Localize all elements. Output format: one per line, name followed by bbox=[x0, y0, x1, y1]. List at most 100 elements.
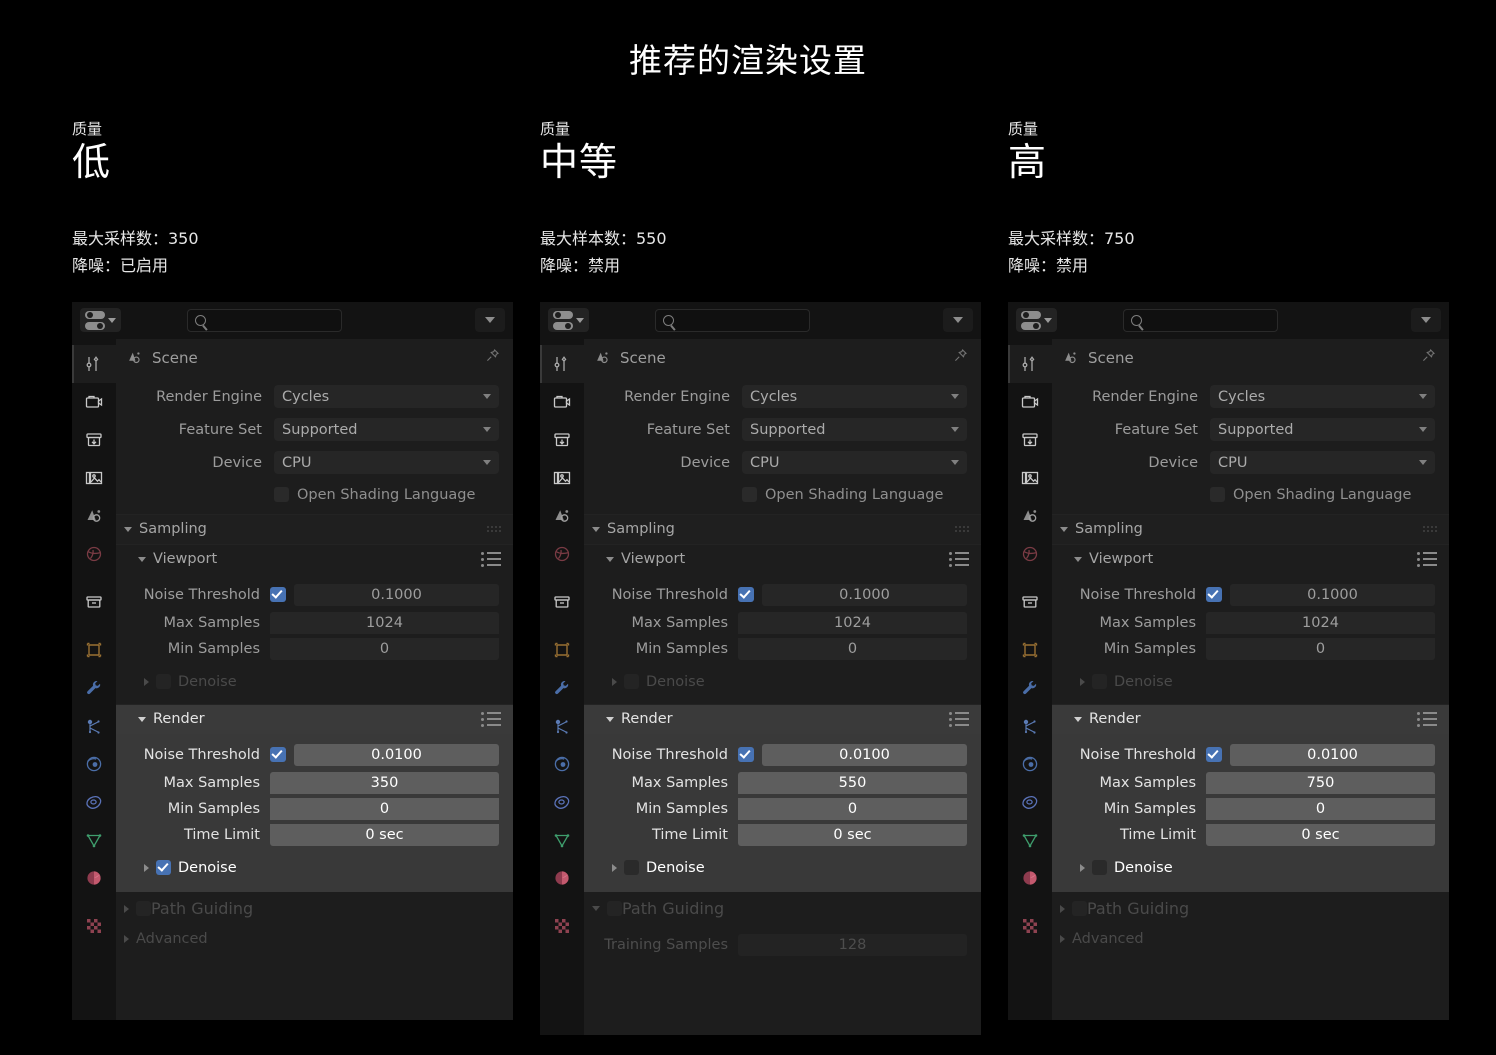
tab-particles[interactable] bbox=[72, 707, 116, 745]
device-dropdown[interactable]: CPU bbox=[1210, 451, 1435, 475]
drag-handle-icon[interactable] bbox=[1423, 526, 1437, 533]
viewport-header[interactable]: Viewport bbox=[584, 543, 981, 574]
preset-menu-icon[interactable] bbox=[949, 551, 969, 567]
noise-threshold-value[interactable]: 0.0100 bbox=[762, 743, 967, 766]
min-samples-value[interactable]: 0 bbox=[270, 797, 499, 820]
sampling-header[interactable]: Sampling bbox=[584, 513, 981, 544]
viewport-denoise-row[interactable]: Denoise bbox=[590, 668, 967, 696]
editor-type-button[interactable] bbox=[80, 308, 121, 333]
tab-output[interactable] bbox=[1008, 421, 1052, 459]
noise-threshold-value[interactable]: 0.1000 bbox=[1230, 583, 1435, 606]
tab-collection[interactable] bbox=[540, 583, 584, 621]
tab-texture[interactable] bbox=[540, 907, 584, 945]
tab-collection[interactable] bbox=[72, 583, 116, 621]
tab-collection[interactable] bbox=[1008, 583, 1052, 621]
tab-modifiers[interactable] bbox=[72, 669, 116, 707]
advanced-row[interactable]: Advanced bbox=[116, 924, 513, 954]
feature-set-dropdown[interactable]: Supported bbox=[274, 418, 499, 442]
tab-object-data[interactable] bbox=[72, 821, 116, 859]
open-shading-language-checkbox[interactable] bbox=[742, 487, 757, 503]
preset-menu-icon[interactable] bbox=[1417, 551, 1437, 567]
min-samples-value[interactable]: 0 bbox=[1206, 797, 1435, 820]
max-samples-value[interactable]: 750 bbox=[1206, 771, 1435, 794]
tab-view-layer[interactable] bbox=[1008, 459, 1052, 497]
tab-material[interactable] bbox=[540, 859, 584, 897]
open-shading-language-checkbox[interactable] bbox=[274, 487, 289, 503]
pin-icon[interactable] bbox=[952, 347, 969, 368]
noise-threshold-checkbox[interactable] bbox=[270, 587, 286, 603]
render-denoise-checkbox[interactable] bbox=[156, 860, 171, 876]
tab-render[interactable] bbox=[72, 383, 116, 421]
tab-object-data[interactable] bbox=[540, 821, 584, 859]
filter-dropdown-button[interactable] bbox=[475, 308, 505, 333]
device-dropdown[interactable]: CPU bbox=[742, 451, 967, 475]
tab-world[interactable] bbox=[540, 535, 584, 573]
time-limit-value[interactable]: 0 sec bbox=[1206, 823, 1435, 846]
tab-particles[interactable] bbox=[1008, 707, 1052, 745]
viewport-denoise-row[interactable]: Denoise bbox=[1058, 668, 1435, 696]
min-samples-value[interactable]: 0 bbox=[738, 637, 967, 660]
render-engine-dropdown[interactable]: Cycles bbox=[274, 385, 499, 409]
viewport-header[interactable]: Viewport bbox=[116, 543, 513, 574]
noise-threshold-value[interactable]: 0.1000 bbox=[762, 583, 967, 606]
render-denoise-row[interactable]: Denoise bbox=[1058, 854, 1435, 882]
path-guiding-checkbox[interactable] bbox=[136, 901, 151, 917]
tab-physics[interactable] bbox=[1008, 745, 1052, 783]
render-header[interactable]: Render bbox=[584, 703, 981, 734]
sampling-header[interactable]: Sampling bbox=[1052, 513, 1449, 544]
tab-object-data[interactable] bbox=[1008, 821, 1052, 859]
max-samples-value[interactable]: 1024 bbox=[1206, 611, 1435, 634]
tab-tool[interactable] bbox=[540, 344, 584, 383]
time-limit-value[interactable]: 0 sec bbox=[738, 823, 967, 846]
preset-menu-icon[interactable] bbox=[949, 711, 969, 727]
tab-modifiers[interactable] bbox=[540, 669, 584, 707]
max-samples-value[interactable]: 1024 bbox=[270, 611, 499, 634]
path-guiding-row[interactable]: Path Guiding bbox=[1052, 894, 1449, 924]
tab-texture[interactable] bbox=[72, 907, 116, 945]
min-samples-value[interactable]: 0 bbox=[1206, 637, 1435, 660]
min-samples-value[interactable]: 0 bbox=[738, 797, 967, 820]
sampling-header[interactable]: Sampling bbox=[116, 513, 513, 544]
noise-threshold-checkbox[interactable] bbox=[270, 747, 286, 763]
render-engine-dropdown[interactable]: Cycles bbox=[742, 385, 967, 409]
search-input[interactable] bbox=[187, 308, 342, 332]
tab-material[interactable] bbox=[72, 859, 116, 897]
training-samples-value[interactable]: 128 bbox=[738, 933, 967, 956]
tab-constraints[interactable] bbox=[72, 783, 116, 821]
noise-threshold-value[interactable]: 0.0100 bbox=[1230, 743, 1435, 766]
pin-icon[interactable] bbox=[484, 347, 501, 368]
preset-menu-icon[interactable] bbox=[481, 551, 501, 567]
open-shading-language-checkbox[interactable] bbox=[1210, 487, 1225, 503]
max-samples-value[interactable]: 350 bbox=[270, 771, 499, 794]
tab-physics[interactable] bbox=[540, 745, 584, 783]
render-denoise-row[interactable]: Denoise bbox=[590, 854, 967, 882]
device-dropdown[interactable]: CPU bbox=[274, 451, 499, 475]
render-denoise-checkbox[interactable] bbox=[1092, 860, 1107, 876]
noise-threshold-checkbox[interactable] bbox=[738, 747, 754, 763]
noise-threshold-value[interactable]: 0.0100 bbox=[294, 743, 499, 766]
noise-threshold-value[interactable]: 0.1000 bbox=[294, 583, 499, 606]
max-samples-value[interactable]: 1024 bbox=[738, 611, 967, 634]
path-guiding-row[interactable]: Path Guiding bbox=[116, 894, 513, 924]
render-denoise-checkbox[interactable] bbox=[624, 860, 639, 876]
tab-scene[interactable] bbox=[72, 497, 116, 535]
feature-set-dropdown[interactable]: Supported bbox=[742, 418, 967, 442]
tab-output[interactable] bbox=[72, 421, 116, 459]
tab-output[interactable] bbox=[540, 421, 584, 459]
viewport-denoise-checkbox[interactable] bbox=[624, 674, 639, 690]
path-guiding-row[interactable]: Path Guiding bbox=[584, 894, 981, 924]
tab-scene[interactable] bbox=[540, 497, 584, 535]
tab-physics[interactable] bbox=[72, 745, 116, 783]
tab-particles[interactable] bbox=[540, 707, 584, 745]
path-guiding-checkbox[interactable] bbox=[607, 901, 622, 917]
tab-texture[interactable] bbox=[1008, 907, 1052, 945]
noise-threshold-checkbox[interactable] bbox=[1206, 587, 1222, 603]
viewport-denoise-checkbox[interactable] bbox=[1092, 674, 1107, 690]
tab-tool[interactable] bbox=[72, 344, 116, 383]
viewport-header[interactable]: Viewport bbox=[1052, 543, 1449, 574]
preset-menu-icon[interactable] bbox=[1417, 711, 1437, 727]
path-guiding-checkbox[interactable] bbox=[1072, 901, 1087, 917]
tab-modifiers[interactable] bbox=[1008, 669, 1052, 707]
tab-render[interactable] bbox=[1008, 383, 1052, 421]
tab-object[interactable] bbox=[72, 631, 116, 669]
